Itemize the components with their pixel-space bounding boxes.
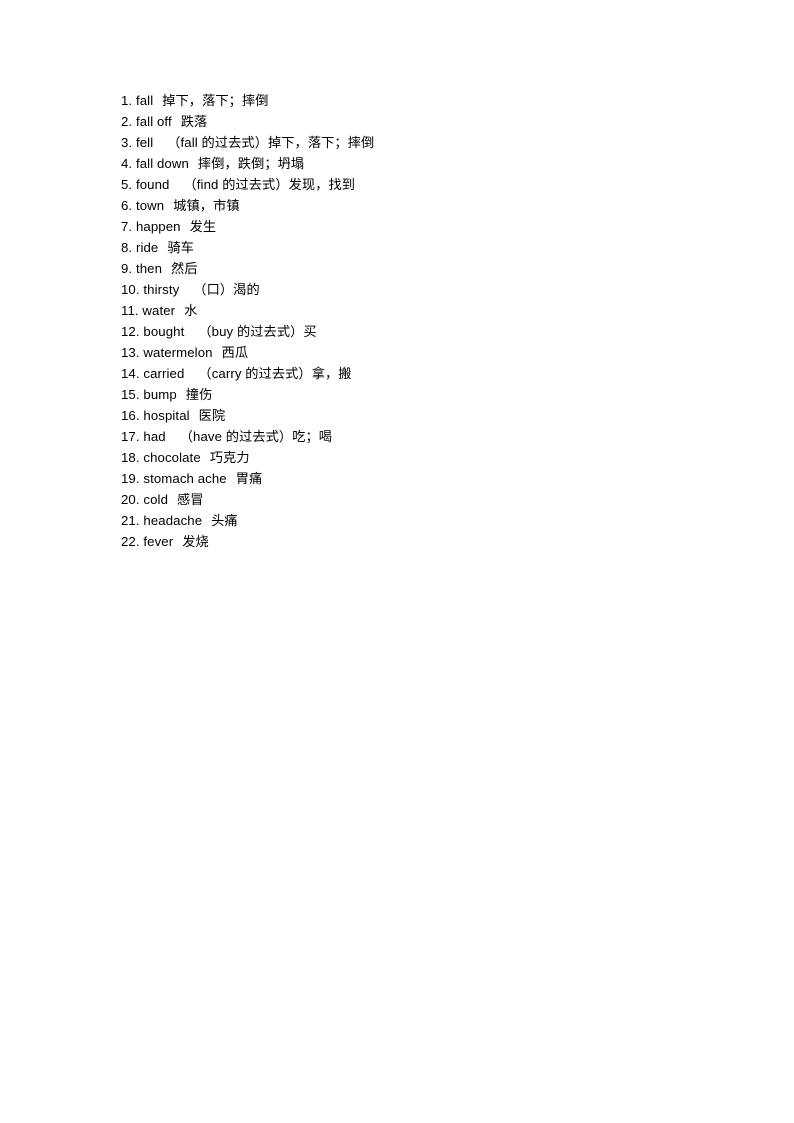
entry-gloss: 水: [184, 303, 198, 318]
entry-gloss: 吃；喝: [292, 429, 333, 444]
entry-gloss: 掉下，落下；摔倒: [162, 93, 269, 108]
entry-gloss: 掉下，落下；摔倒: [267, 135, 375, 150]
list-item: 15. bump 撞伤: [121, 384, 721, 405]
entry-term: happen: [135, 219, 181, 234]
entry-term: fall off: [135, 114, 172, 129]
entry-term: bump: [143, 387, 177, 402]
entry-index: 14.: [121, 366, 140, 381]
entry-term: then: [135, 261, 163, 276]
list-item: 3. fell （fall 的过去式）掉下，落下；摔倒: [121, 132, 721, 153]
entry-term: had: [143, 429, 166, 444]
entry-gloss: 摔倒，跌倒；坍塌: [197, 156, 305, 171]
entry-grammar-note: （have 的过去式）: [179, 429, 293, 444]
entry-term: cold: [143, 492, 168, 507]
entry-term: fall: [135, 93, 154, 108]
entry-index: 20.: [121, 492, 140, 507]
entry-index: 5.: [121, 177, 133, 192]
list-item: 1. fall 掉下，落下；摔倒: [121, 90, 721, 111]
list-item: 9. then 然后: [121, 258, 721, 279]
entry-term: watermelon: [143, 345, 213, 360]
entry-gloss: 城镇，市镇: [173, 198, 240, 213]
list-item: 12. bought （buy 的过去式）买: [121, 321, 721, 342]
entry-index: 15.: [121, 387, 140, 402]
list-item: 22. fever 发烧: [121, 531, 721, 552]
list-item: 7. happen 发生: [121, 216, 721, 237]
entry-index: 11.: [121, 303, 139, 318]
entry-index: 9.: [121, 261, 133, 276]
entry-gloss: 感冒: [177, 492, 204, 507]
entry-index: 21.: [121, 513, 140, 528]
entry-grammar-note: （fall 的过去式）: [167, 135, 268, 150]
entry-gloss: 渴的: [233, 282, 260, 297]
entry-term: chocolate: [143, 450, 201, 465]
entry-index: 10.: [121, 282, 140, 297]
entry-grammar-note: （find 的过去式）: [183, 177, 289, 192]
list-item: 5. found （find 的过去式）发现，找到: [121, 174, 721, 195]
list-item: 13. watermelon 西瓜: [121, 342, 721, 363]
entry-index: 6.: [121, 198, 133, 213]
entry-index: 8.: [121, 240, 133, 255]
entry-gloss: 巧克力: [209, 450, 250, 465]
entry-index: 13.: [121, 345, 140, 360]
entry-term: found: [135, 177, 170, 192]
list-item: 21. headache 头痛: [121, 510, 721, 531]
list-item: 17. had （have 的过去式）吃；喝: [121, 426, 721, 447]
entry-term: carried: [143, 366, 185, 381]
entry-grammar-note: （口）: [193, 282, 234, 297]
list-item: 6. town 城镇，市镇: [121, 195, 721, 216]
entry-gloss: 医院: [198, 408, 226, 423]
entry-gloss: 头痛: [211, 513, 238, 528]
list-item: 14. carried （carry 的过去式）拿，搬: [121, 363, 721, 384]
entry-term: town: [135, 198, 165, 213]
entry-term: fever: [143, 534, 174, 549]
entry-term: bought: [143, 324, 185, 339]
entry-gloss: 骑车: [167, 240, 194, 255]
entry-gloss: 拿，搬: [311, 366, 352, 381]
entry-gloss: 发烧: [182, 534, 209, 549]
list-item: 4. fall down 摔倒，跌倒；坍塌: [121, 153, 721, 174]
vocabulary-list: 1. fall 掉下，落下；摔倒 2. fall off 跌落 3. fell （fall…: [121, 90, 721, 552]
entry-gloss: 跌落: [180, 114, 208, 129]
list-item: 11. water 水: [121, 300, 721, 321]
list-item: 18. chocolate 巧克力: [121, 447, 721, 468]
entry-term: headache: [143, 513, 203, 528]
entry-index: 16.: [121, 408, 140, 423]
document-page: 1. fall 掉下，落下；摔倒 2. fall off 跌落 3. fell （fall…: [0, 0, 794, 1123]
list-item: 19. stomach ache 胃痛: [121, 468, 721, 489]
entry-index: 17.: [121, 429, 140, 444]
entry-index: 7.: [121, 219, 133, 234]
entry-term: fall down: [135, 156, 189, 171]
entry-term: stomach ache: [143, 471, 227, 486]
list-item: 10. thirsty （口）渴的: [121, 279, 721, 300]
entry-index: 12.: [121, 324, 140, 339]
entry-gloss: 西瓜: [221, 345, 249, 360]
entry-term: water: [142, 303, 176, 318]
entry-grammar-note: （carry 的过去式）: [198, 366, 312, 381]
entry-gloss: 买: [303, 324, 317, 339]
entry-gloss: 发生: [189, 219, 217, 234]
entry-gloss: 撞伤: [185, 387, 213, 402]
entry-index: 19.: [121, 471, 140, 486]
entry-index: 18.: [121, 450, 140, 465]
entry-index: 4.: [121, 156, 133, 171]
entry-gloss: 胃痛: [235, 471, 263, 486]
entry-term: fell: [135, 135, 154, 150]
entry-gloss: 发现，找到: [288, 177, 356, 192]
entry-index: 3.: [121, 135, 133, 150]
entry-index: 1.: [121, 93, 133, 108]
entry-term: thirsty: [143, 282, 180, 297]
entry-index: 2.: [121, 114, 133, 129]
list-item: 20. cold 感冒: [121, 489, 721, 510]
entry-index: 22.: [121, 534, 140, 549]
list-item: 16. hospital 医院: [121, 405, 721, 426]
entry-grammar-note: （buy 的过去式）: [198, 324, 304, 339]
entry-gloss: 然后: [171, 261, 198, 276]
entry-term: hospital: [143, 408, 190, 423]
list-item: 8. ride 骑车: [121, 237, 721, 258]
list-item: 2. fall off 跌落: [121, 111, 721, 132]
entry-term: ride: [135, 240, 159, 255]
